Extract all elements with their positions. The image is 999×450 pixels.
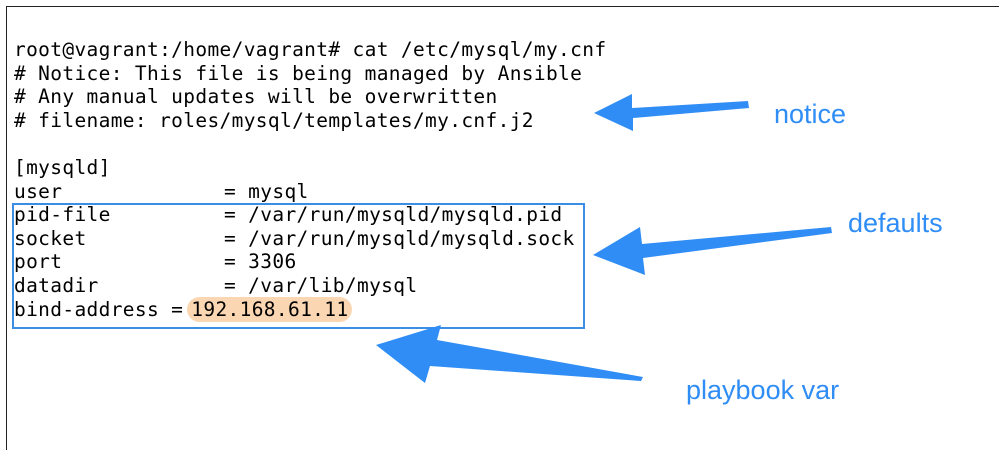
defaults-arrow (593, 227, 832, 275)
notice-arrow (594, 94, 749, 131)
annotation-defaults: defaults (848, 208, 943, 238)
annotation-playbook-var: playbook var (686, 375, 840, 405)
annotation-notice: notice (774, 99, 847, 129)
playbook-var-arrow (376, 325, 643, 383)
